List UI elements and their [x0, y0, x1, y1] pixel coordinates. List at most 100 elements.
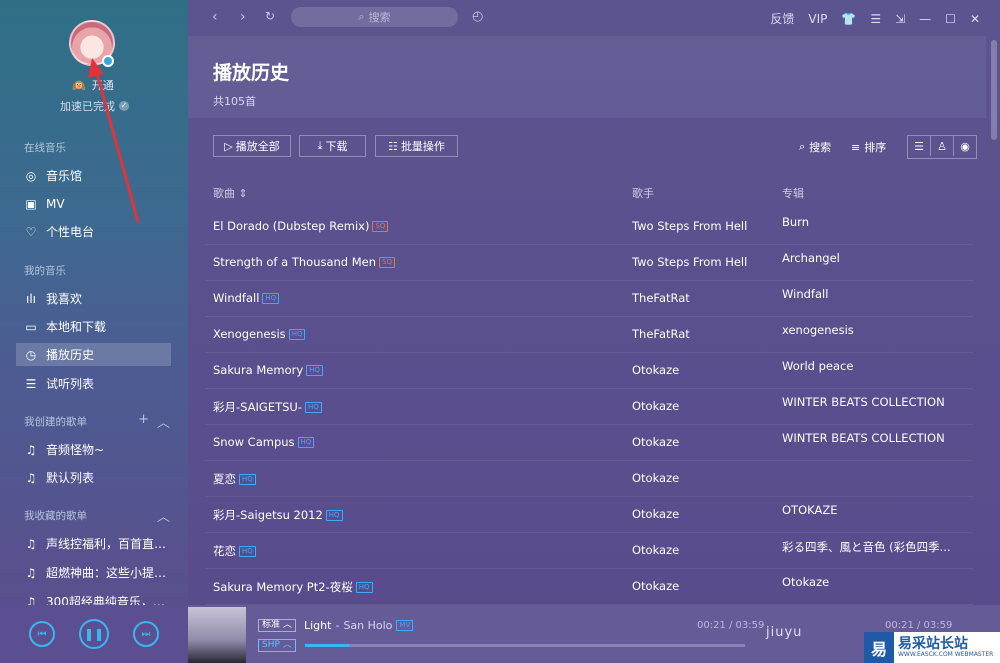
song-album[interactable]: Windfall: [782, 287, 828, 301]
song-title[interactable]: 花恋 HQ: [213, 543, 256, 559]
song-title[interactable]: Xenogenesis HQ: [213, 327, 306, 341]
song-artist[interactable]: Otokaze: [632, 579, 679, 593]
quality-selector[interactable]: 标准 ︿: [258, 619, 296, 632]
note-icon: ♫: [25, 565, 37, 580]
forward-icon[interactable]: ›: [240, 9, 246, 25]
sidebar-item-mv[interactable]: ▣ MV: [16, 192, 171, 215]
mv-icon: ▣: [25, 196, 37, 211]
song-artist[interactable]: Two Steps From Hell: [632, 219, 747, 233]
vip-badge-icon: [102, 55, 114, 67]
song-album[interactable]: Otokaze: [782, 575, 829, 589]
feedback-link[interactable]: 反馈: [770, 10, 794, 27]
song-artist[interactable]: Otokaze: [632, 435, 679, 449]
album-cover[interactable]: [188, 607, 246, 663]
sidebar-item-playlist-2[interactable]: ♫ 默认列表: [16, 466, 171, 489]
sidebar-item-playlist-1[interactable]: ♫ 音频怪物~: [16, 438, 171, 461]
format-selector[interactable]: SHP ︿: [258, 639, 296, 652]
table-row[interactable]: 彩月-Saigetsu 2012 HQ Otokaze OTOKAZE: [205, 496, 973, 533]
song-artist[interactable]: Otokaze: [632, 543, 679, 557]
track-artist[interactable]: San Holo: [343, 619, 392, 632]
next-button[interactable]: ⏭: [133, 621, 159, 647]
table-row[interactable]: Sakura Memory Pt2-夜桜 HQ Otokaze Otokaze: [205, 568, 973, 605]
song-title[interactable]: Sakura Memory Pt2-夜桜 HQ: [213, 579, 373, 595]
table-row[interactable]: Strength of a Thousand Men SQ Two Steps Fr…: [205, 244, 973, 281]
collapse-icon[interactable]: ︿: [157, 412, 170, 431]
song-artist[interactable]: Two Steps From Hell: [632, 255, 747, 269]
collected-actions: ︿: [157, 506, 170, 525]
song-artist[interactable]: Otokaze: [632, 507, 679, 521]
main-panel: ‹ › ↻ ⌕ 搜索 ◴ 反馈 VIP 👕 ☰ ⇲ — ☐ ✕ 播放历史 共10…: [188, 0, 1000, 605]
table-row[interactable]: 花恋 HQ Otokaze 彩る四季、風と音色 (彩色四季...: [205, 532, 973, 569]
search-list-button[interactable]: ⌕ 搜索: [799, 139, 831, 155]
vip-link[interactable]: VIP: [808, 12, 827, 26]
song-artist[interactable]: TheFatRat: [632, 291, 690, 305]
user-name-row[interactable]: 🙉 开通: [72, 77, 114, 93]
song-title[interactable]: Windfall HQ: [213, 291, 280, 305]
sidebar-item-collected-2[interactable]: ♫ 超燃神曲：这些小提琴...: [16, 561, 171, 584]
song-artist[interactable]: Otokaze: [632, 399, 679, 413]
search-input[interactable]: ⌕ 搜索: [291, 7, 458, 27]
user-name[interactable]: 开通: [92, 77, 114, 93]
artist-view-icon[interactable]: ♙: [931, 136, 954, 156]
song-artist[interactable]: Otokaze: [632, 471, 679, 485]
add-playlist-icon[interactable]: +: [138, 412, 149, 431]
sort-button[interactable]: ≡ 排序: [851, 139, 886, 155]
song-title[interactable]: 彩月-Saigetsu 2012 HQ: [213, 507, 343, 523]
close-icon[interactable]: ✕: [970, 12, 980, 26]
song-title[interactable]: Snow Campus HQ: [213, 435, 315, 449]
song-title[interactable]: El Dorado (Dubstep Remix) SQ: [213, 219, 389, 233]
track-info[interactable]: Light - San Holo MV: [304, 619, 414, 632]
song-album[interactable]: 彩る四季、風と音色 (彩色四季...: [782, 539, 951, 555]
song-album[interactable]: World peace: [782, 359, 853, 373]
menu-icon[interactable]: ☰: [870, 12, 881, 26]
song-count: 共105首: [213, 95, 256, 108]
table-row[interactable]: 夏恋 HQ Otokaze: [205, 460, 973, 497]
table-row[interactable]: El Dorado (Dubstep Remix) SQ Two Steps Fro…: [205, 208, 973, 245]
album-view-icon[interactable]: ◉: [954, 136, 976, 156]
sidebar-item-collected-1[interactable]: ♫ 声线控福利，百首直击...: [16, 532, 171, 555]
minimize-icon[interactable]: —: [919, 12, 931, 26]
song-title[interactable]: 彩月-SAIGETSU- HQ: [213, 399, 322, 415]
recognize-icon[interactable]: ◴: [472, 9, 483, 24]
mini-mode-icon[interactable]: ⇲: [895, 12, 905, 26]
list-view-icon[interactable]: ☰: [908, 136, 931, 156]
song-artist[interactable]: TheFatRat: [632, 327, 690, 341]
song-album[interactable]: Burn: [782, 215, 809, 229]
sidebar: 🙉 开通 加速已完成 ✓ 在线音乐 ◎ 音乐馆 ▣ MV ♡ 个性电台 我的音乐…: [0, 0, 188, 609]
table-row[interactable]: 彩月-SAIGETSU- HQ Otokaze WINTER BEATS COLLEC…: [205, 388, 973, 425]
back-icon[interactable]: ‹: [212, 9, 218, 25]
table-row[interactable]: Xenogenesis HQ TheFatRat xenogenesis: [205, 316, 973, 353]
play-all-button[interactable]: ▷ 播放全部: [213, 135, 291, 157]
table-row[interactable]: Windfall HQ TheFatRat Windfall: [205, 280, 973, 317]
song-album[interactable]: WINTER BEATS COLLECTION: [782, 395, 945, 409]
collapse-icon[interactable]: ︿: [157, 506, 170, 525]
mv-badge[interactable]: MV: [396, 620, 414, 631]
scrollbar[interactable]: [991, 40, 997, 140]
sidebar-item-trial-list[interactable]: ☰ 试听列表: [16, 372, 171, 395]
sidebar-item-radio[interactable]: ♡ 个性电台: [16, 220, 171, 243]
next-icon: ⏭: [141, 628, 151, 640]
song-album[interactable]: WINTER BEATS COLLECTION: [782, 431, 945, 445]
column-song[interactable]: 歌曲 ⇕: [213, 185, 248, 201]
progress-bar[interactable]: [305, 644, 745, 647]
previous-button[interactable]: ⏮: [29, 621, 55, 647]
skin-icon[interactable]: 👕: [841, 12, 856, 26]
maximize-icon[interactable]: ☐: [945, 12, 956, 26]
batch-operation-button[interactable]: ☷ 批量操作: [375, 135, 458, 157]
sidebar-item-history[interactable]: ◷ 播放历史: [16, 343, 171, 366]
download-button[interactable]: ⤓ 下载: [299, 135, 366, 157]
table-row[interactable]: Snow Campus HQ Otokaze WINTER BEATS COLLECT…: [205, 424, 973, 461]
song-artist[interactable]: Otokaze: [632, 363, 679, 377]
pause-button[interactable]: ❚❚: [79, 619, 109, 649]
song-title[interactable]: 夏恋 HQ: [213, 471, 256, 487]
song-title[interactable]: Sakura Memory HQ: [213, 363, 323, 377]
sidebar-item-local[interactable]: ▭ 本地和下载: [16, 315, 171, 338]
song-title[interactable]: Strength of a Thousand Men SQ: [213, 255, 396, 269]
refresh-icon[interactable]: ↻: [265, 9, 275, 23]
song-album[interactable]: Archangel: [782, 251, 840, 265]
sidebar-item-music-hall[interactable]: ◎ 音乐馆: [16, 164, 171, 187]
song-album[interactable]: xenogenesis: [782, 323, 854, 337]
song-album[interactable]: OTOKAZE: [782, 503, 837, 517]
sidebar-item-favorites[interactable]: ılı 我喜欢: [16, 287, 171, 310]
table-row[interactable]: Sakura Memory HQ Otokaze World peace: [205, 352, 973, 389]
